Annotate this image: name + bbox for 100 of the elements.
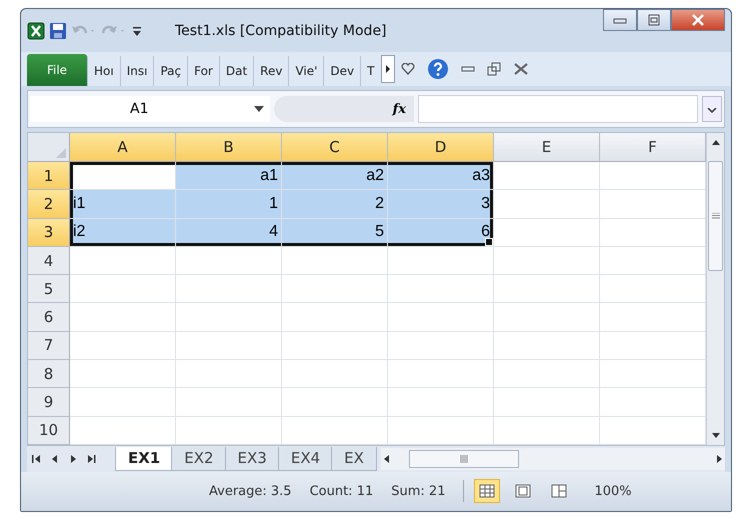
name-box[interactable]: A1 bbox=[30, 96, 270, 122]
table-cell[interactable] bbox=[176, 388, 282, 417]
table-cell[interactable] bbox=[70, 275, 176, 304]
table-cell[interactable] bbox=[388, 388, 494, 417]
row-header[interactable]: 3 bbox=[28, 218, 70, 247]
table-cell[interactable] bbox=[282, 360, 388, 388]
table-cell[interactable] bbox=[282, 275, 388, 304]
file-tab[interactable]: File bbox=[27, 54, 87, 86]
row-header[interactable]: 1 bbox=[28, 162, 70, 190]
table-cell[interactable] bbox=[494, 162, 600, 190]
table-cell[interactable] bbox=[388, 246, 494, 276]
row-header[interactable]: 5 bbox=[28, 275, 70, 304]
vertical-scrollbar[interactable] bbox=[706, 133, 724, 445]
table-cell[interactable] bbox=[388, 332, 494, 360]
table-cell[interactable] bbox=[70, 303, 176, 332]
row-header[interactable]: 8 bbox=[28, 360, 70, 388]
table-cell[interactable] bbox=[494, 416, 600, 445]
column-header[interactable]: C bbox=[282, 133, 388, 162]
ribbon-tab[interactable]: Insı bbox=[120, 56, 154, 86]
table-cell[interactable] bbox=[494, 275, 600, 304]
ribbon-tab[interactable]: Dat bbox=[218, 56, 254, 86]
table-cell[interactable]: a3 bbox=[388, 162, 494, 190]
table-cell[interactable]: i1 bbox=[70, 190, 176, 219]
maximize-button[interactable] bbox=[637, 9, 671, 31]
table-cell[interactable] bbox=[388, 303, 494, 332]
help-icon[interactable] bbox=[426, 58, 448, 80]
table-cell[interactable] bbox=[176, 246, 282, 276]
table-cell[interactable]: a2 bbox=[282, 162, 388, 190]
save-icon[interactable] bbox=[49, 22, 67, 40]
table-cell[interactable] bbox=[282, 416, 388, 445]
table-cell[interactable] bbox=[388, 275, 494, 304]
minimize-icon[interactable] bbox=[460, 65, 474, 73]
table-cell[interactable] bbox=[176, 332, 282, 360]
table-cell[interactable] bbox=[494, 190, 600, 219]
sheet-tab[interactable]: EX1 bbox=[115, 446, 174, 471]
table-cell[interactable]: 5 bbox=[282, 218, 388, 247]
sheet-tab[interactable]: EX3 bbox=[224, 446, 280, 471]
heart-icon[interactable] bbox=[400, 63, 414, 75]
row-header[interactable]: 10 bbox=[28, 416, 70, 445]
ribbon-tab[interactable]: Rev bbox=[253, 56, 288, 86]
expand-formula-button[interactable] bbox=[702, 96, 722, 122]
select-all-corner[interactable] bbox=[28, 133, 70, 162]
column-header[interactable]: D bbox=[388, 133, 494, 162]
column-header[interactable]: E bbox=[494, 133, 600, 162]
scroll-thumb[interactable] bbox=[708, 161, 723, 271]
table-cell[interactable] bbox=[494, 303, 600, 332]
table-cell[interactable] bbox=[494, 246, 600, 276]
restore-icon[interactable] bbox=[486, 62, 500, 76]
ribbon-tab[interactable]: Hoı bbox=[87, 56, 120, 86]
ribbon-tab[interactable]: For bbox=[187, 56, 219, 86]
sheet-tab[interactable]: EX2 bbox=[171, 446, 227, 471]
column-header[interactable]: B bbox=[176, 133, 282, 162]
table-cell[interactable] bbox=[282, 303, 388, 332]
scroll-thumb[interactable] bbox=[408, 450, 519, 468]
table-cell[interactable] bbox=[176, 275, 282, 304]
row-header[interactable]: 4 bbox=[28, 246, 70, 276]
insert-function-button[interactable]: fx bbox=[392, 102, 406, 116]
ribbon-tab[interactable]: Paç bbox=[153, 56, 188, 86]
close-icon[interactable] bbox=[512, 63, 528, 75]
row-header[interactable]: 2 bbox=[28, 190, 70, 219]
column-header[interactable]: A bbox=[70, 133, 176, 162]
column-header[interactable]: F bbox=[600, 133, 706, 162]
close-button[interactable] bbox=[671, 9, 725, 31]
table-cell[interactable]: 4 bbox=[176, 218, 282, 247]
zoom-level[interactable]: 100% bbox=[594, 484, 632, 499]
spreadsheet-icon[interactable] bbox=[27, 22, 45, 40]
table-cell[interactable]: 6 bbox=[388, 218, 494, 247]
horizontal-scrollbar[interactable] bbox=[380, 448, 725, 470]
row-header[interactable]: 6 bbox=[28, 303, 70, 332]
fill-handle[interactable] bbox=[485, 238, 493, 246]
table-cell[interactable]: 2 bbox=[282, 190, 388, 219]
table-cell[interactable] bbox=[282, 332, 388, 360]
table-cell[interactable] bbox=[70, 416, 176, 445]
sheet-tab[interactable]: EX4 bbox=[278, 446, 334, 471]
table-cell[interactable] bbox=[70, 360, 176, 388]
table-cell[interactable]: i2 bbox=[70, 218, 176, 247]
table-cell[interactable]: 1 bbox=[176, 190, 282, 219]
table-cell[interactable] bbox=[494, 332, 600, 360]
table-cell[interactable] bbox=[70, 162, 176, 190]
table-cell[interactable] bbox=[494, 388, 600, 417]
table-cell[interactable] bbox=[494, 218, 600, 247]
sheet-tab[interactable]: EX bbox=[331, 446, 377, 471]
formula-input[interactable] bbox=[418, 95, 698, 123]
table-cell[interactable] bbox=[176, 416, 282, 445]
normal-view-button[interactable] bbox=[474, 479, 500, 504]
table-cell[interactable] bbox=[388, 360, 494, 388]
minimize-button[interactable] bbox=[603, 9, 637, 31]
more-tabs-button[interactable] bbox=[380, 55, 394, 83]
table-cell[interactable] bbox=[176, 360, 282, 388]
table-cell[interactable] bbox=[70, 388, 176, 417]
table-cell[interactable] bbox=[176, 303, 282, 332]
table-cell[interactable]: a1 bbox=[176, 162, 282, 190]
ribbon-tab[interactable]: Dev bbox=[323, 56, 360, 86]
row-header[interactable]: 9 bbox=[28, 388, 70, 417]
table-cell[interactable] bbox=[282, 246, 388, 276]
table-cell[interactable]: 3 bbox=[388, 190, 494, 219]
ribbon-tab[interactable]: Vie' bbox=[288, 56, 324, 86]
table-cell[interactable] bbox=[494, 360, 600, 388]
table-cell[interactable] bbox=[70, 246, 176, 276]
table-cell[interactable] bbox=[388, 416, 494, 445]
